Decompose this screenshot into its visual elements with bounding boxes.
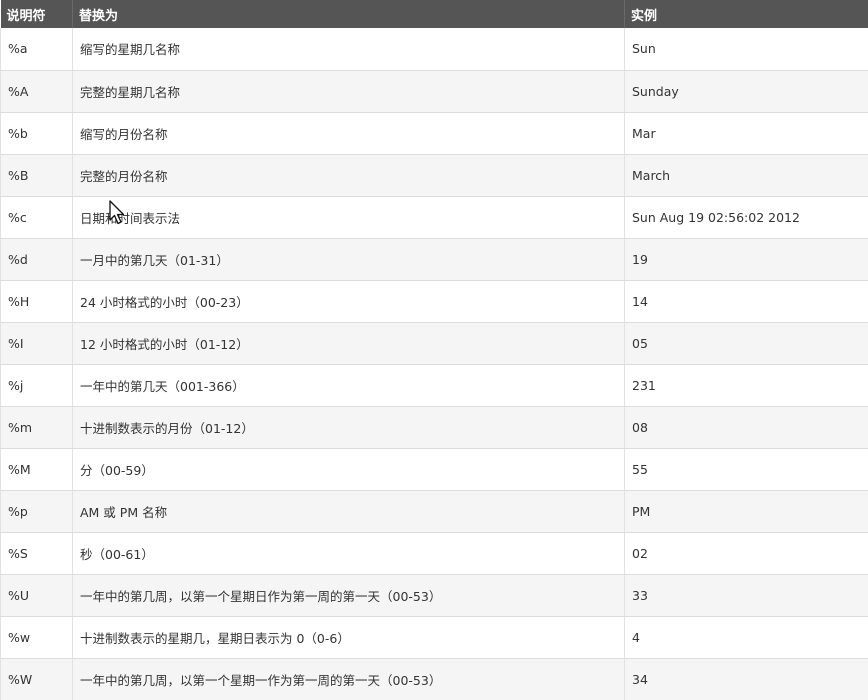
- table-row: %U 一年中的第几周，以第一个星期日作为第一周的第一天（00-53） 33: [0, 574, 868, 617]
- specifier-cell: %H: [0, 280, 73, 323]
- header-example: 实例: [624, 0, 868, 28]
- header-row: 说明符 替换为 实例: [0, 0, 868, 28]
- table-row: %S 秒（00-61） 02: [0, 532, 868, 575]
- table-row: %M 分（00-59） 55: [0, 448, 868, 491]
- example-cell: 05: [624, 322, 868, 365]
- page: 说明符 替换为 实例 %a 缩写的星期几名称 Sun %A 完整的星期几名称 Sunday…: [0, 0, 868, 700]
- specifier-cell: %m: [0, 406, 73, 449]
- specifier-cell: %B: [0, 154, 73, 197]
- table-row: %c 日期和时间表示法 Sun Aug 19 02:56:02 2012: [0, 196, 868, 239]
- replacement-cell: 一年中的第几天（001-366）: [72, 364, 625, 407]
- replacement-cell: 一月中的第几天（01-31）: [72, 238, 625, 281]
- table-row: %w 十进制数表示的星期几，星期日表示为 0（0-6） 4: [0, 616, 868, 659]
- table-row: %d 一月中的第几天（01-31） 19: [0, 238, 868, 281]
- table-row: %p AM 或 PM 名称 PM: [0, 490, 868, 533]
- specifier-cell: %p: [0, 490, 73, 533]
- example-cell: 4: [624, 616, 868, 659]
- example-cell: Mar: [624, 112, 868, 155]
- specifier-cell: %U: [0, 574, 73, 617]
- example-cell: Sun: [624, 28, 868, 71]
- specifier-cell: %d: [0, 238, 73, 281]
- specifier-cell: %S: [0, 532, 73, 575]
- table-row: %W 一年中的第几周，以第一个星期一作为第一周的第一天（00-53） 34: [0, 658, 868, 700]
- specifier-cell: %c: [0, 196, 73, 239]
- table-row: %I 12 小时格式的小时（01-12） 05: [0, 322, 868, 365]
- table-body: %a 缩写的星期几名称 Sun %A 完整的星期几名称 Sunday %b 缩写的月份名称 Ma…: [0, 28, 868, 700]
- table-row: %A 完整的星期几名称 Sunday: [0, 70, 868, 113]
- specifier-cell: %I: [0, 322, 73, 365]
- header-replacement: 替换为: [72, 0, 625, 28]
- example-cell: 02: [624, 532, 868, 575]
- example-cell: 55: [624, 448, 868, 491]
- specifier-cell: %j: [0, 364, 73, 407]
- example-cell: 34: [624, 658, 868, 700]
- header-specifier: 说明符: [0, 0, 73, 28]
- specifier-cell: %W: [0, 658, 73, 700]
- example-cell: 231: [624, 364, 868, 407]
- example-cell: PM: [624, 490, 868, 533]
- replacement-cell: 12 小时格式的小时（01-12）: [72, 322, 625, 365]
- strftime-specifier-table: 说明符 替换为 实例 %a 缩写的星期几名称 Sun %A 完整的星期几名称 Sunday…: [0, 0, 868, 700]
- replacement-cell: 完整的月份名称: [72, 154, 625, 197]
- table-header: 说明符 替换为 实例: [0, 0, 868, 28]
- table-row: %j 一年中的第几天（001-366） 231: [0, 364, 868, 407]
- table-row: %a 缩写的星期几名称 Sun: [0, 28, 868, 71]
- replacement-cell: 日期和时间表示法: [72, 196, 625, 239]
- specifier-cell: %a: [0, 28, 73, 71]
- example-cell: 08: [624, 406, 868, 449]
- replacement-cell: 缩写的月份名称: [72, 112, 625, 155]
- example-cell: Sunday: [624, 70, 868, 113]
- replacement-cell: 完整的星期几名称: [72, 70, 625, 113]
- replacement-cell: 十进制数表示的月份（01-12）: [72, 406, 625, 449]
- table-row: %B 完整的月份名称 March: [0, 154, 868, 197]
- replacement-cell: AM 或 PM 名称: [72, 490, 625, 533]
- table-row: %b 缩写的月份名称 Mar: [0, 112, 868, 155]
- specifier-cell: %w: [0, 616, 73, 659]
- replacement-cell: 秒（00-61）: [72, 532, 625, 575]
- specifier-cell: %M: [0, 448, 73, 491]
- replacement-cell: 一年中的第几周，以第一个星期一作为第一周的第一天（00-53）: [72, 658, 625, 700]
- replacement-cell: 24 小时格式的小时（00-23）: [72, 280, 625, 323]
- example-cell: Sun Aug 19 02:56:02 2012: [624, 196, 868, 239]
- example-cell: 19: [624, 238, 868, 281]
- table-row: %m 十进制数表示的月份（01-12） 08: [0, 406, 868, 449]
- specifier-cell: %b: [0, 112, 73, 155]
- replacement-cell: 一年中的第几周，以第一个星期日作为第一周的第一天（00-53）: [72, 574, 625, 617]
- example-cell: 14: [624, 280, 868, 323]
- replacement-cell: 十进制数表示的星期几，星期日表示为 0（0-6）: [72, 616, 625, 659]
- example-cell: 33: [624, 574, 868, 617]
- example-cell: March: [624, 154, 868, 197]
- specifier-cell: %A: [0, 70, 73, 113]
- table-row: %H 24 小时格式的小时（00-23） 14: [0, 280, 868, 323]
- replacement-cell: 分（00-59）: [72, 448, 625, 491]
- replacement-cell: 缩写的星期几名称: [72, 28, 625, 71]
